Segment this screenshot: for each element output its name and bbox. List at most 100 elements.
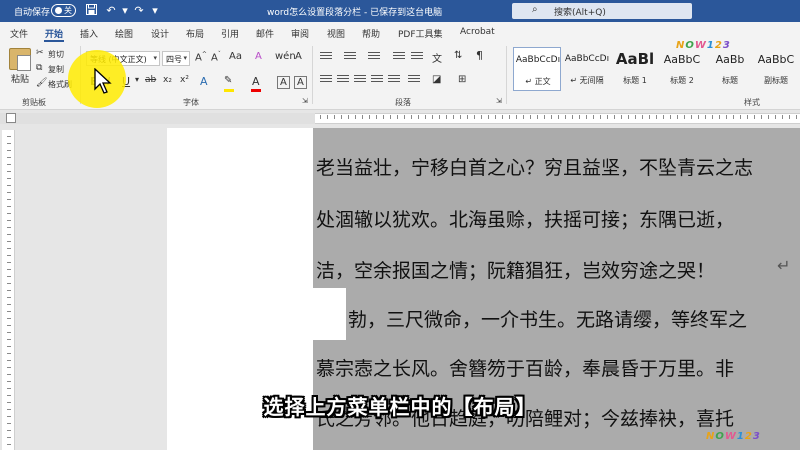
superscript-button[interactable]: x² xyxy=(180,75,189,85)
decrease-indent-icon[interactable] xyxy=(393,52,405,62)
ruler-tick xyxy=(7,143,11,144)
style-name: 标题 1 xyxy=(623,76,647,85)
ruler-tick xyxy=(481,115,482,119)
show-paragraph-marks-icon[interactable]: ¶ xyxy=(476,49,483,62)
redo-icon[interactable]: ↷ xyxy=(132,4,146,18)
format-painter-icon[interactable]: 🖌 xyxy=(36,78,47,88)
tab-references[interactable]: 引用 xyxy=(221,27,239,40)
align-center-icon[interactable] xyxy=(337,75,349,85)
tab-design[interactable]: 设计 xyxy=(151,27,169,40)
text-effects-icon[interactable]: A xyxy=(200,75,208,88)
tab-file[interactable]: 文件 xyxy=(10,27,28,40)
tab-layout[interactable]: 布局 xyxy=(186,27,204,40)
chevron-down-icon[interactable]: ▾ xyxy=(135,75,139,84)
ruler-tick xyxy=(7,157,11,158)
ruler-tick xyxy=(754,115,755,119)
line-spacing-icon[interactable] xyxy=(408,75,420,85)
highlight-color-swatch xyxy=(224,89,234,92)
phonetic-guide-icon[interactable]: wén xyxy=(275,51,296,62)
font-size-select[interactable]: 四号 ▾ xyxy=(162,51,190,66)
style-heading-1[interactable]: AaBl 标题 1 xyxy=(611,47,659,91)
cut-icon[interactable]: ✂ xyxy=(36,48,44,58)
ruler-tick xyxy=(677,115,678,119)
copy-icon[interactable]: ⧉ xyxy=(36,63,42,73)
ruler-tick xyxy=(635,115,636,119)
ruler-tick xyxy=(369,115,370,119)
ruler-tick xyxy=(439,115,440,119)
highlight-color-icon[interactable]: ✎ xyxy=(224,75,232,86)
paragraph-mark-icon: ↵ xyxy=(777,256,791,275)
tab-review[interactable]: 审阅 xyxy=(291,27,309,40)
search-box[interactable]: ⌕ 搜索(Alt+Q) xyxy=(512,3,692,19)
shrink-font-icon[interactable]: Aˇ xyxy=(211,51,221,63)
style-title[interactable]: AaBb 标题 xyxy=(706,47,754,91)
character-border-icon[interactable]: A xyxy=(294,76,307,89)
justify-icon[interactable] xyxy=(371,75,383,85)
ruler-tick xyxy=(7,360,11,361)
undo-icon[interactable]: ↶ xyxy=(104,4,118,18)
ruler-tick xyxy=(7,374,11,375)
tab-acrobat[interactable]: Acrobat xyxy=(460,27,495,37)
increase-indent-icon[interactable] xyxy=(411,52,423,62)
align-left-icon[interactable] xyxy=(320,75,332,85)
tab-home[interactable]: 开始 xyxy=(45,27,63,40)
ruler-tick xyxy=(796,115,797,119)
align-right-icon[interactable] xyxy=(354,75,366,85)
ruler-tick xyxy=(705,115,706,119)
tab-view[interactable]: 视图 xyxy=(327,27,345,40)
chinese-layout-icon[interactable]: 文 xyxy=(432,50,442,65)
tab-draw[interactable]: 绘图 xyxy=(115,27,133,40)
style-subtitle[interactable]: AaBbC 副标题 xyxy=(752,47,800,91)
cut-button[interactable]: 剪切 xyxy=(48,49,64,60)
change-case-icon[interactable]: Aa xyxy=(229,51,242,62)
autosave-toggle[interactable]: 关 xyxy=(51,4,76,17)
character-shading-icon[interactable]: A xyxy=(277,76,290,89)
watermark-letter: 1 xyxy=(706,40,714,51)
horizontal-ruler xyxy=(0,111,800,126)
tab-insert[interactable]: 插入 xyxy=(80,27,98,40)
multilevel-list-icon[interactable] xyxy=(368,52,380,62)
bullets-icon[interactable] xyxy=(320,52,332,62)
sort-icon[interactable]: ⇅ xyxy=(454,50,462,61)
ruler-tick xyxy=(789,115,790,119)
clear-formatting-icon[interactable]: A xyxy=(255,51,262,62)
ruler-tick xyxy=(614,115,615,119)
tab-mailings[interactable]: 邮件 xyxy=(256,27,274,40)
copy-button[interactable]: 复制 xyxy=(48,64,64,75)
enclose-character-icon[interactable]: A xyxy=(295,51,302,62)
tab-selector-icon[interactable] xyxy=(6,113,16,123)
strikethrough-button[interactable]: ab xyxy=(145,75,156,85)
paste-button[interactable]: 粘贴 xyxy=(11,72,29,85)
ruler-tick xyxy=(355,115,356,119)
ruler-tick xyxy=(467,115,468,119)
ruler-tick xyxy=(7,430,11,431)
ruler-tick xyxy=(628,115,629,119)
watermark-logo: NOW123 xyxy=(706,431,761,442)
customize-toolbar-icon[interactable]: ▾ xyxy=(148,4,162,18)
shading-icon[interactable]: ◪ xyxy=(432,74,441,85)
borders-icon[interactable]: ⊞ xyxy=(458,74,466,85)
ruler-tick xyxy=(684,115,685,119)
paragraph-indent xyxy=(313,288,346,340)
style-normal[interactable]: AaBbCcDı ↵ 正文 xyxy=(513,47,561,91)
font-color-icon[interactable]: A xyxy=(252,75,260,88)
numbering-icon[interactable] xyxy=(344,52,356,62)
style-no-spacing[interactable]: AaBbCcDı ↵ 无间隔 xyxy=(563,47,611,91)
style-sample: AaBbCcDı xyxy=(515,55,561,65)
ruler-tick xyxy=(642,115,643,119)
tab-pdf-tools[interactable]: PDF工具集 xyxy=(398,27,443,40)
font-dialog-launcher-icon[interactable]: ⇲ xyxy=(302,97,308,105)
tab-help[interactable]: 帮助 xyxy=(362,27,380,40)
subscript-button[interactable]: x₂ xyxy=(163,75,172,85)
undo-dropdown-icon[interactable]: ▾ xyxy=(118,4,132,18)
search-placeholder: 搜索(Alt+Q) xyxy=(554,8,606,18)
style-heading-2[interactable]: AaBbC 标题 2 xyxy=(658,47,706,91)
toggle-knob xyxy=(55,7,62,14)
ruler-tick xyxy=(7,178,11,179)
ruler-tick xyxy=(7,136,11,137)
save-icon[interactable] xyxy=(84,4,98,18)
paragraph-dialog-launcher-icon[interactable]: ⇲ xyxy=(496,97,502,105)
grow-font-icon[interactable]: A^ xyxy=(195,51,207,63)
distributed-icon[interactable] xyxy=(388,75,400,85)
paste-icon[interactable] xyxy=(9,48,31,71)
